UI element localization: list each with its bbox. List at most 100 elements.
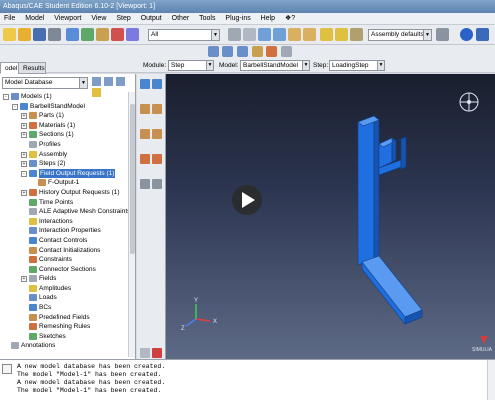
menu-plugins[interactable]: Plug-ins (221, 13, 254, 25)
tree-node[interactable]: BCs (0, 303, 128, 313)
tree-filter-icon[interactable] (92, 77, 101, 86)
tree-node[interactable]: Sketches (0, 332, 128, 342)
tree-node[interactable]: F-Output-1 (0, 178, 128, 188)
tree-node[interactable]: + Assembly (0, 150, 128, 160)
view-iso-icon[interactable] (288, 28, 301, 41)
tree-node[interactable]: + Parts (1) (0, 111, 128, 121)
field-output-manager-icon[interactable] (152, 104, 162, 114)
tree-node[interactable]: Amplitudes (0, 284, 128, 294)
select-icon[interactable] (228, 28, 241, 41)
expand-icon[interactable]: + (21, 122, 27, 129)
tree-node[interactable]: Contact Initializations (0, 246, 128, 256)
field-output-icon[interactable] (140, 104, 150, 114)
fit-view-icon[interactable] (126, 28, 139, 41)
cancel-icon[interactable] (152, 348, 162, 358)
print-icon[interactable] (48, 28, 61, 41)
expand-icon[interactable]: + (21, 276, 27, 283)
expand-icon[interactable]: + (21, 189, 27, 196)
video-play-button[interactable] (232, 185, 262, 215)
step-select[interactable]: LoadingStep ▼ (329, 60, 385, 71)
color-code-icon[interactable] (436, 28, 449, 41)
part-instance-icon[interactable] (208, 46, 219, 57)
menu-file[interactable]: File (0, 13, 19, 25)
collapse-icon[interactable]: - (3, 94, 9, 100)
tree-node[interactable]: Remeshing Rules (0, 322, 128, 332)
tab-results[interactable]: Results (18, 62, 46, 74)
tree-node[interactable]: Predefined Fields (0, 313, 128, 323)
tab-model[interactable]: odel (0, 62, 19, 74)
collapse-icon[interactable]: - (12, 103, 18, 110)
render-style-icon[interactable] (320, 28, 333, 41)
tree-node[interactable]: + Materials (1) (0, 121, 128, 131)
tree-scrollbar-thumb[interactable] (130, 104, 135, 254)
pan-icon[interactable] (66, 28, 79, 41)
zoom-icon[interactable] (96, 28, 109, 41)
collapse-icon[interactable]: - (21, 170, 27, 177)
tree-node[interactable]: Time Points (0, 198, 128, 208)
pick-icon[interactable] (243, 28, 256, 41)
menu-output[interactable]: Output (137, 13, 166, 25)
back-icon[interactable] (140, 348, 150, 358)
tree-node[interactable]: Interactions (0, 217, 128, 227)
history-output-icon[interactable] (140, 129, 150, 139)
tree-node[interactable]: + Steps (2) (0, 159, 128, 169)
adaptive-mesh-manager-icon[interactable] (152, 154, 162, 164)
tree-node[interactable]: Profiles (0, 140, 128, 150)
query-icon[interactable] (140, 179, 150, 189)
tree-expand-icon[interactable] (103, 77, 113, 86)
tree-collapse-icon[interactable] (115, 77, 125, 86)
message-area-toggle-icon[interactable] (2, 364, 12, 374)
tree-node[interactable]: + Fields (0, 274, 128, 284)
view-top-icon[interactable] (303, 28, 316, 41)
menu-context-help[interactable]: ❖? (281, 13, 299, 25)
hidden-line-icon[interactable] (350, 28, 363, 41)
box-zoom-icon[interactable] (111, 28, 124, 41)
menu-tools[interactable]: Tools (195, 13, 219, 25)
tree-node[interactable]: ALE Adaptive Mesh Constraints (0, 207, 128, 217)
remove-icon[interactable] (266, 46, 277, 57)
tree-node[interactable]: + Sections (1) (0, 130, 128, 140)
tree-node[interactable]: Loads (0, 293, 128, 303)
assembly-icon[interactable] (222, 46, 233, 57)
menu-step[interactable]: Step (112, 13, 134, 25)
tree-node[interactable]: - Models (1) (0, 92, 128, 102)
expand-icon[interactable]: + (21, 113, 27, 120)
selection-filter-select[interactable]: All ▼ (148, 29, 220, 41)
view-back-icon[interactable] (273, 28, 286, 41)
menu-other[interactable]: Other (168, 13, 194, 25)
tree-scrollbar[interactable] (128, 92, 135, 357)
create-step-icon[interactable] (140, 79, 150, 89)
model-database-select[interactable]: Model Database ▼ (2, 77, 88, 89)
tree-node[interactable]: - BarbellStandModel (0, 102, 128, 112)
barbell-stand-part[interactable] (357, 115, 423, 325)
tree-node[interactable]: Annotations (0, 341, 128, 351)
add-icon[interactable] (281, 46, 292, 57)
menu-model[interactable]: Model (21, 13, 48, 25)
display-group-icon[interactable] (237, 46, 248, 57)
tree-node[interactable]: Constraints (0, 255, 128, 265)
module-select[interactable]: Step ▼ (168, 60, 214, 71)
step-manager-icon[interactable] (152, 79, 162, 89)
viewport[interactable]: Y X Z SIMULIA (166, 74, 495, 359)
expand-icon[interactable]: + (21, 151, 27, 158)
datum-icon[interactable] (152, 179, 162, 189)
new-file-icon[interactable] (3, 28, 16, 41)
menu-view[interactable]: View (87, 13, 110, 25)
history-output-manager-icon[interactable] (152, 129, 162, 139)
shaded-icon[interactable] (335, 28, 348, 41)
save-icon[interactable] (33, 28, 46, 41)
tree-node[interactable]: - Field Output Requests (1) (0, 168, 128, 179)
expand-icon[interactable]: + (21, 161, 27, 168)
adaptive-mesh-icon[interactable] (140, 154, 150, 164)
open-folder-icon[interactable] (18, 28, 31, 41)
expand-icon[interactable]: + (21, 132, 27, 139)
tree-node[interactable]: + History Output Requests (1) (0, 188, 128, 198)
menu-help[interactable]: Help (257, 13, 279, 25)
info-icon[interactable] (460, 28, 473, 41)
tree-node[interactable]: Connector Sections (0, 265, 128, 275)
tree-node[interactable]: Interaction Properties (0, 226, 128, 236)
rotate-icon[interactable] (81, 28, 94, 41)
display-options-icon[interactable] (476, 28, 489, 41)
message-scrollbar[interactable] (487, 360, 495, 400)
model-select[interactable]: BarbellStandModel ▼ (240, 60, 310, 71)
